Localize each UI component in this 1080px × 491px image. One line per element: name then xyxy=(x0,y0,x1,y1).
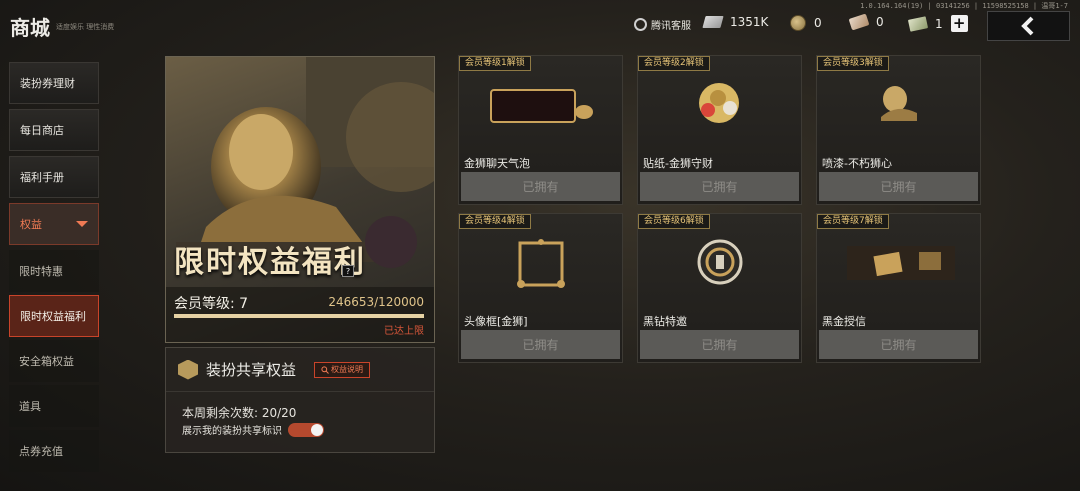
coin-icon xyxy=(790,15,806,31)
sidebar-item-label: 福利手册 xyxy=(20,171,64,184)
unlock-badge: 会员等级2解锁 xyxy=(638,56,710,71)
member-level-panel: 会员等级: 7 246653/120000 已达上限 xyxy=(166,287,434,342)
reward-name: 贴纸-金狮守财 xyxy=(643,157,713,170)
reward-status: 已拥有 xyxy=(640,172,799,201)
sidebar-item-label: 每日商店 xyxy=(20,124,64,137)
sidebar-sub-label: 点券充值 xyxy=(19,445,63,458)
sidebar-sub-label: 限时权益福利 xyxy=(20,310,86,323)
reward-name: 黑金授信 xyxy=(822,315,866,328)
hero-banner: 限时权益福利 ? 会员等级: 7 246653/120000 已达上限 xyxy=(165,56,435,343)
unlock-badge: 会员等级4解锁 xyxy=(459,214,531,229)
currency-cash: 1 + xyxy=(907,15,968,32)
currency-coin: 0 xyxy=(790,15,822,31)
show-share-toggle[interactable] xyxy=(288,422,324,437)
coupon-value: 1351K xyxy=(730,15,769,29)
cash-value: 1 xyxy=(935,16,943,31)
show-share-label: 展示我的装扮共享标识 xyxy=(182,426,282,437)
reward-card-2[interactable]: 会员等级3解锁 喷漆-不朽狮心 已拥有 xyxy=(816,55,981,205)
reward-status: 已拥有 xyxy=(819,172,978,201)
currency-ticket: 0 xyxy=(848,13,884,31)
sidebar: 装扮券理财 每日商店 福利手册 权益 限时特惠 限时权益福利 安全箱权益 道具 … xyxy=(9,62,99,475)
unlock-badge: 会员等级1解锁 xyxy=(459,56,531,71)
chat-bubble-thumbnail xyxy=(490,89,593,123)
spray-thumbnail xyxy=(881,86,917,121)
sidebar-item-label: 权益 xyxy=(20,218,42,231)
sidebar-sub-item-0[interactable]: 限时特惠 xyxy=(9,250,99,292)
share-emblem-icon xyxy=(178,359,198,380)
sidebar-item-label: 装扮券理财 xyxy=(20,77,75,90)
add-currency-button[interactable]: + xyxy=(950,15,968,32)
sidebar-sub-item-2[interactable]: 安全箱权益 xyxy=(9,340,99,382)
currency-coupon: 1351K xyxy=(702,15,769,29)
sidebar-sub-label: 道具 xyxy=(19,400,41,413)
share-header: 装扮共享权益 权益说明 xyxy=(166,348,434,392)
avatar-frame-thumbnail xyxy=(517,239,565,288)
search-icon xyxy=(321,365,329,374)
reward-name: 喷漆-不朽狮心 xyxy=(822,157,892,170)
member-level-label: 会员等级: 7 xyxy=(174,296,249,312)
unlock-badge: 会员等级3解锁 xyxy=(817,56,889,71)
sidebar-item-top-0[interactable]: 装扮券理财 xyxy=(9,62,99,104)
member-progress-bar xyxy=(174,314,424,318)
unlock-badge: 会员等级7解锁 xyxy=(817,214,889,229)
reward-card-0[interactable]: 会员等级1解锁 金狮聊天气泡 已拥有 xyxy=(458,55,623,205)
help-icon[interactable]: ? xyxy=(342,265,354,277)
reward-name: 头像框[金狮] xyxy=(464,315,528,328)
ticket-icon xyxy=(848,13,870,31)
share-title: 装扮共享权益 xyxy=(206,361,297,379)
sticker-thumbnail xyxy=(699,83,739,123)
sidebar-sub-item-4[interactable]: 点券充值 xyxy=(9,430,99,472)
rights-explain-button[interactable]: 权益说明 xyxy=(314,361,371,378)
share-panel: 装扮共享权益 权益说明 本周剩余次数: 20/20 展示我的装扮共享标识 xyxy=(165,347,435,453)
sidebar-sub-label: 限时特惠 xyxy=(19,265,63,278)
hero-title: 限时权益福利 xyxy=(174,245,366,280)
top-bar: 商城 适度娱乐 理性消费 腾讯客服 1351K 0 0 1 + xyxy=(0,0,1080,50)
page-title: 商城 xyxy=(10,16,50,40)
sidebar-sub-item-3[interactable]: 道具 xyxy=(9,385,99,427)
rights-explain-label: 权益说明 xyxy=(331,365,364,374)
level-status: 已达上限 xyxy=(384,326,424,337)
show-share-row: 展示我的装扮共享标识 xyxy=(182,422,324,437)
customer-service-icon xyxy=(634,18,647,31)
reward-card-1[interactable]: 会员等级2解锁 贴纸-金狮守财 已拥有 xyxy=(637,55,802,205)
reward-name: 黑钻特邀 xyxy=(643,315,687,328)
member-progress-fill xyxy=(174,314,424,318)
black-gold-card-thumbnail xyxy=(847,246,955,280)
back-button[interactable] xyxy=(987,11,1070,41)
black-diamond-badge-thumbnail xyxy=(697,239,743,285)
sidebar-item-top-1[interactable]: 每日商店 xyxy=(9,109,99,151)
page-subtitle: 适度娱乐 理性消费 xyxy=(56,23,115,31)
toggle-knob xyxy=(311,423,323,436)
sidebar-item-rights[interactable]: 权益 xyxy=(9,203,99,245)
member-exp-value: 246653/120000 xyxy=(328,295,424,309)
reward-status: 已拥有 xyxy=(640,330,799,359)
coin-value: 0 xyxy=(814,16,822,30)
back-arrow-icon xyxy=(1020,16,1033,36)
customer-service-button[interactable]: 腾讯客服 xyxy=(634,17,691,32)
reward-status: 已拥有 xyxy=(461,172,620,201)
sidebar-sub-label: 安全箱权益 xyxy=(19,355,74,368)
ticket-value: 0 xyxy=(876,15,884,29)
remaining-count: 本周剩余次数: 20/20 xyxy=(182,406,297,420)
reward-name: 金狮聊天气泡 xyxy=(464,157,530,170)
reward-status: 已拥有 xyxy=(819,330,978,359)
reward-status: 已拥有 xyxy=(461,330,620,359)
chevron-down-icon xyxy=(76,221,88,227)
reward-card-3[interactable]: 会员等级4解锁 头像框[金狮] 已拥有 xyxy=(458,213,623,363)
sidebar-sub-item-1[interactable]: 限时权益福利 xyxy=(9,295,99,337)
reward-card-5[interactable]: 会员等级7解锁 黑金授信 已拥有 xyxy=(816,213,981,363)
customer-service-label: 腾讯客服 xyxy=(651,21,691,32)
unlock-badge: 会员等级6解锁 xyxy=(638,214,710,229)
sidebar-item-top-2[interactable]: 福利手册 xyxy=(9,156,99,198)
coupon-icon xyxy=(702,16,724,28)
reward-card-4[interactable]: 会员等级6解锁 黑钻特邀 已拥有 xyxy=(637,213,802,363)
cash-icon xyxy=(907,15,929,32)
